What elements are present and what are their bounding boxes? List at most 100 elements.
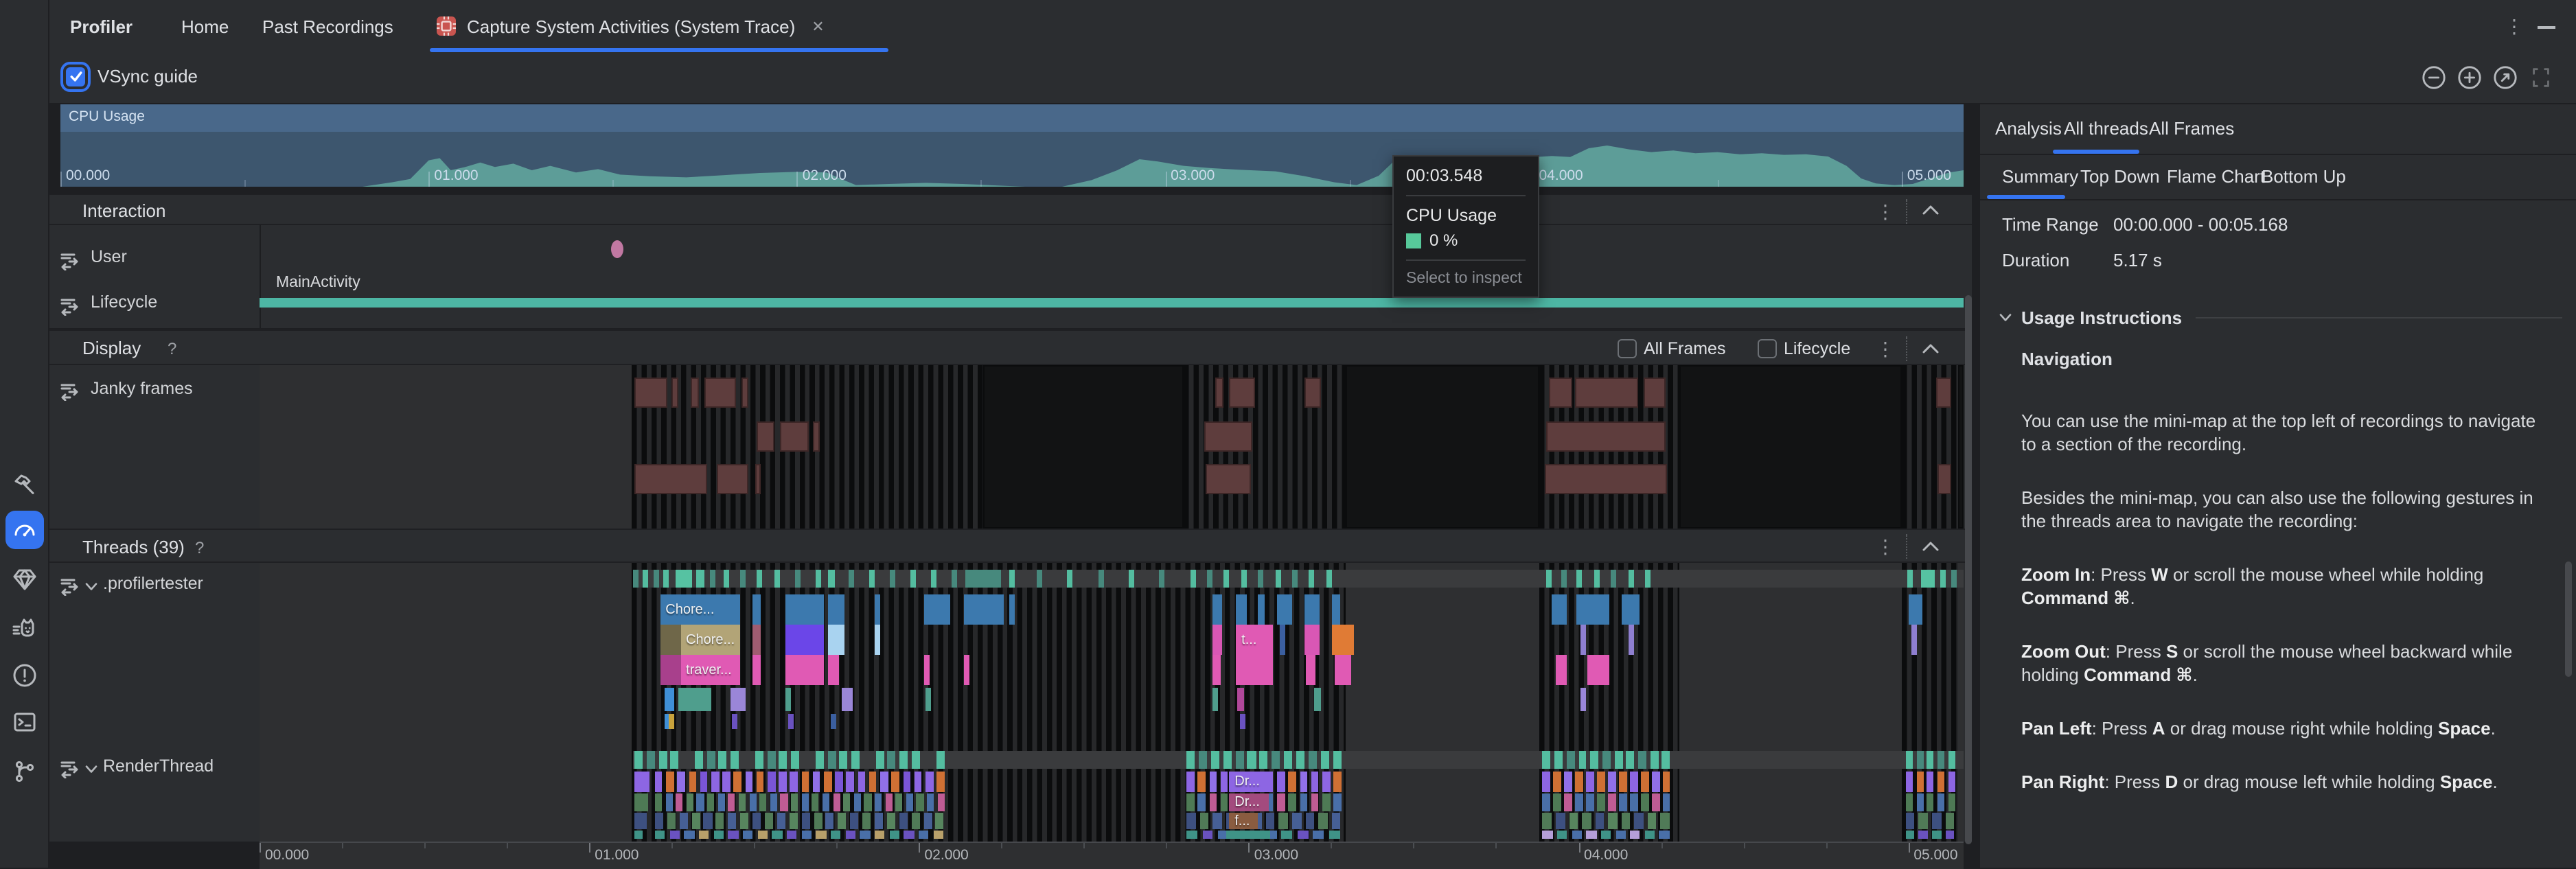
tick-minor <box>244 180 246 187</box>
jan​ky-track-config-icon[interactable] <box>60 382 80 401</box>
threads-help-icon[interactable]: ? <box>195 538 204 557</box>
collapse-threads-icon[interactable] <box>1922 541 1939 552</box>
row-label-lifecycle[interactable]: Lifecycle <box>91 292 157 312</box>
trace-rect <box>660 625 680 655</box>
cpu-usage-minimap[interactable]: CPU Usage 00.00001.00002.00003.00004.000… <box>60 104 1964 187</box>
trace-rect <box>752 655 760 685</box>
interaction-menu-kebab-icon[interactable]: ⋮ <box>1876 202 1895 221</box>
collapse-display-icon[interactable] <box>1922 343 1939 354</box>
trace-rect <box>691 378 699 408</box>
tab-past-recordings[interactable]: Past Recordings <box>262 0 393 52</box>
cpu-usage-tooltip: 00:03.548 CPU Usage 0 % Select to inspec… <box>1392 155 1539 298</box>
trace-rect <box>1280 625 1286 655</box>
row-label-renderthread[interactable]: RenderThread <box>103 756 214 776</box>
sidebar-item-logcat[interactable] <box>5 610 44 648</box>
expand-renderthread-icon[interactable] <box>85 765 97 774</box>
subtab-top-down[interactable]: Top Down <box>2080 166 2160 187</box>
expand-profilertester-icon[interactable] <box>85 582 97 592</box>
trace-rect <box>1911 625 1916 655</box>
tab-close-icon[interactable]: ✕ <box>812 17 824 35</box>
renderthread-thread-track[interactable]: Dr...Dr... f... <box>260 750 1964 842</box>
renderthread-track-config-icon[interactable] <box>60 759 80 778</box>
vsync-guide-toggle[interactable]: VSync guide <box>66 66 198 86</box>
janky-frames-track[interactable] <box>260 365 1964 529</box>
zoom-out-button[interactable] <box>2421 65 2447 91</box>
trace-rect <box>1544 464 1667 494</box>
row-label-profilertester[interactable]: .profilertester <box>103 574 203 593</box>
trace-block[interactable]: t... <box>1236 625 1274 655</box>
divider <box>1906 534 1907 559</box>
section-header-interaction[interactable]: Interaction ⋮ <box>49 194 1972 225</box>
sidebar-item-profiler[interactable] <box>5 511 44 549</box>
sidebar-item-terminal[interactable] <box>5 703 44 741</box>
main-scrollbar[interactable] <box>1965 295 1972 844</box>
trace-block[interactable]: f... <box>1229 813 1258 829</box>
sidebar-item-build[interactable] <box>5 467 44 505</box>
subtab-summary[interactable]: Summary <box>2002 166 2078 187</box>
trace-block[interactable]: Dr... <box>1229 772 1268 792</box>
time-range-label: Time Range <box>2002 214 2099 235</box>
reset-zoom-button[interactable] <box>2492 65 2518 91</box>
trace-block[interactable]: traver... <box>680 655 740 685</box>
panel-scrollbar[interactable] <box>2565 561 2572 677</box>
trace-rect <box>672 378 679 408</box>
all-frames-checkbox[interactable] <box>1618 339 1637 358</box>
row-label-janky-frames[interactable]: Janky frames <box>91 379 193 398</box>
trace-rect <box>755 464 761 494</box>
row-label-user[interactable]: User <box>91 247 127 266</box>
display-help-icon[interactable]: ? <box>168 339 176 358</box>
lifecycle-checkbox[interactable] <box>1758 339 1777 358</box>
zoom-controls <box>2411 65 2554 91</box>
gem-icon <box>11 566 38 593</box>
instruction-paragraph: Zoom In: Press W or scroll the mouse whe… <box>2021 563 2538 610</box>
user-track-config-icon[interactable] <box>60 251 80 270</box>
profilertester-track-config-icon[interactable] <box>60 577 80 596</box>
tab-all-threads[interactable]: All threads <box>2064 118 2148 139</box>
threads-menu-kebab-icon[interactable]: ⋮ <box>1876 537 1895 556</box>
zoom-in-button[interactable] <box>2457 65 2483 91</box>
section-header-threads[interactable]: Threads (39) ? ⋮ <box>49 529 1972 563</box>
lifecycle-checkbox-label[interactable]: Lifecycle <box>1784 339 1850 358</box>
trace-rect <box>786 594 824 625</box>
user-interaction-event-dot[interactable] <box>611 240 623 258</box>
speedometer-icon <box>11 516 38 544</box>
trace-rect <box>1643 378 1665 408</box>
sidebar-item-app-quality-insights[interactable] <box>5 560 44 599</box>
trace-rect <box>634 772 649 792</box>
vsync-checkbox[interactable] <box>66 67 85 86</box>
trace-rect <box>1226 831 1270 839</box>
tick-label: 04.000 <box>1578 847 1628 864</box>
trace-block[interactable]: Dr... <box>1229 793 1268 811</box>
usage-instructions-header[interactable]: Usage Instructions <box>1999 308 2562 328</box>
sidebar-item-version-control[interactable] <box>5 752 44 791</box>
tick-minor <box>613 180 614 187</box>
cpu-chip-icon <box>435 15 457 37</box>
tick-minor <box>1826 843 1827 848</box>
lifecycle-track-config-icon[interactable] <box>60 297 80 316</box>
zoom-to-selection-button[interactable] <box>2528 65 2554 91</box>
display-menu-kebab-icon[interactable]: ⋮ <box>1876 339 1895 358</box>
threads-body: .profilertester Chore...Chore... t... trav… <box>49 563 1972 842</box>
trace-rect <box>1304 594 1319 625</box>
sidebar-item-problems[interactable] <box>5 656 44 695</box>
trace-rect <box>1331 625 1353 655</box>
collapse-interaction-icon[interactable] <box>1922 205 1939 216</box>
subtab-bottom-up[interactable]: Bottom Up <box>2262 166 2346 187</box>
tab-analysis[interactable]: Analysis <box>1995 118 2062 139</box>
trace-block[interactable]: Chore... <box>680 625 740 655</box>
section-header-display[interactable]: Display ? All Frames Lifecycle ⋮ <box>49 329 1972 365</box>
window-menu-kebab-icon[interactable]: ⋮ <box>2505 0 2524 52</box>
trace-block[interactable]: Chore... <box>660 594 740 625</box>
all-frames-label[interactable]: All Frames <box>1644 339 1725 358</box>
tab-capture-system-activities[interactable]: Capture System Activities (System Trace)… <box>435 0 825 52</box>
trace-rect <box>732 714 737 729</box>
minimize-icon[interactable] <box>2538 26 2555 29</box>
tab-all-frames[interactable]: All Frames <box>2149 118 2234 139</box>
lifecycle-event-bar[interactable] <box>260 298 1964 308</box>
trace-rect <box>1239 714 1245 729</box>
profilertester-thread-track[interactable]: Chore...Chore... t... traver... <box>260 563 1964 750</box>
subtab-flame-chart[interactable]: Flame Chart <box>2167 166 2265 187</box>
tick-minor <box>981 180 982 187</box>
vsync-guide-label: VSync guide <box>97 66 198 86</box>
tab-home[interactable]: Home <box>181 0 229 52</box>
